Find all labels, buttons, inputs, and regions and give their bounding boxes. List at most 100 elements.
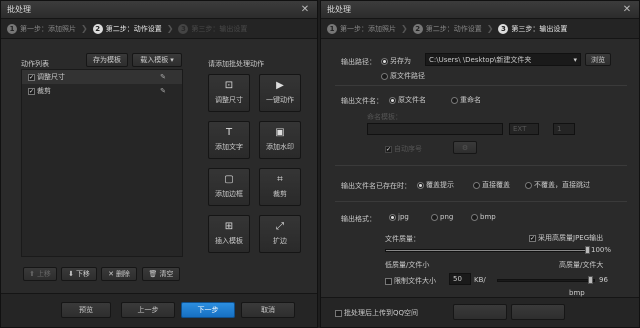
rename-radio[interactable]: 重命名 — [451, 95, 481, 105]
preview-button[interactable]: 预览 — [61, 302, 111, 318]
check-icon[interactable]: ✓ — [28, 87, 35, 95]
delete-button[interactable]: ✕ 删除 — [101, 267, 137, 281]
original-name-radio[interactable]: 原文件名 — [389, 95, 426, 105]
step-bar: 1 第一步：添加照片 ❯ 2 第二步：动作设置 ❯ 3 第三步：输出设置 — [1, 19, 317, 39]
chevron-right-icon: ❯ — [401, 24, 408, 33]
slider-handle[interactable] — [588, 276, 593, 284]
check-icon[interactable]: ✓ — [28, 73, 35, 81]
expand-icon: ⤢ — [276, 221, 284, 232]
divider — [335, 165, 627, 166]
step-2[interactable]: 2 第二步：动作设置 — [412, 23, 482, 34]
close-icon[interactable]: ✕ — [299, 4, 311, 15]
tile-insert-template[interactable]: ⊞ 插入模板 — [208, 215, 250, 253]
browse-button[interactable]: 浏览 — [585, 53, 611, 66]
format-label: 输出格式： — [341, 215, 376, 223]
serial-settings-button: ⚙ — [453, 141, 477, 154]
naming-template-label: 命名模板： — [367, 113, 402, 121]
clear-button[interactable]: 🗑 清空 — [142, 267, 180, 281]
arrow-up-icon: ⬆ — [29, 270, 35, 278]
move-up-button[interactable]: ⬆ 上移 — [23, 267, 57, 281]
load-template-dropdown[interactable]: 载入模板 ▾ — [132, 53, 182, 67]
save-template-button[interactable]: 存为模板 — [86, 53, 128, 67]
auto-serial-checkbox: ✓ 自动序号 — [385, 145, 422, 153]
title-bar: 批处理 ✕ — [321, 1, 639, 19]
save-as-radio[interactable]: 另存为 — [381, 56, 411, 66]
naming-template-input — [367, 123, 503, 135]
edit-pencil-icon[interactable]: ✎ — [160, 73, 166, 81]
next-step-button[interactable]: 下一步 — [181, 302, 235, 318]
skip-radio[interactable]: 不覆盖，直接跳过 — [525, 180, 590, 190]
resolution-unit: bmp — [569, 289, 585, 297]
file-exists-label: 输出文件名已存在时： — [341, 182, 411, 190]
step-2[interactable]: 2 第二步：动作设置 — [92, 23, 162, 34]
resize-icon: ⊡ — [224, 80, 234, 91]
format-png-radio[interactable]: png — [431, 213, 453, 221]
step-3[interactable]: 3 第三步：输出设置 — [498, 23, 567, 34]
footer-button[interactable] — [511, 304, 565, 320]
move-down-button[interactable]: ⬇ 下移 — [61, 267, 97, 281]
divider — [335, 85, 627, 86]
edit-pencil-icon[interactable]: ✎ — [160, 87, 166, 95]
format-jpg-radio[interactable]: jpg — [389, 213, 409, 221]
size-limit-input[interactable]: 50 — [449, 273, 471, 285]
tile-expand-border[interactable]: ⤢ 扩边 — [259, 215, 301, 253]
tile-add-text[interactable]: T 添加文字 — [208, 121, 250, 159]
high-quality-label: 高质量/文件大 — [559, 261, 604, 269]
close-icon[interactable]: ✕ — [621, 4, 633, 15]
window-title: 批处理 — [7, 5, 31, 14]
ext-select: EXT — [509, 123, 539, 135]
tile-crop[interactable]: ⌗ 裁剪 — [259, 168, 301, 206]
low-quality-label: 低质量/文件小 — [385, 261, 430, 269]
limit-size-checkbox[interactable]: 限制文件大小 — [385, 276, 436, 286]
title-bar: 批处理 ✕ — [1, 1, 317, 19]
format-bmp-radio[interactable]: bmp — [471, 213, 496, 221]
chevron-down-icon: ▾ — [170, 56, 174, 64]
quality-label: 文件质量： — [385, 235, 420, 243]
step-3: 3 第三步：输出设置 — [178, 23, 247, 34]
output-path-input[interactable]: C:\Users\ \Desktop\新建文件夹 ▾ — [425, 53, 581, 66]
slider-handle[interactable] — [585, 246, 590, 254]
upload-qzone-checkbox[interactable]: 批处理后上传到QQ空间 — [335, 308, 418, 318]
quality-slider[interactable] — [385, 246, 590, 254]
chevron-right-icon: ❯ — [81, 24, 88, 33]
action-list-title: 动作列表 — [21, 60, 49, 68]
frame-icon: ▢ — [224, 174, 234, 185]
hq-jpeg-checkbox[interactable]: ✓ 采用高质量JPEG输出 — [529, 233, 603, 243]
batch-window-actions: 批处理 ✕ 1 第一步：添加照片 ❯ 2 第二步：动作设置 ❯ 3 第三步：输出设置 … — [0, 0, 318, 328]
batch-window-output: 批处理 ✕ 1 第一步：添加照片 ❯ 2 第二步：动作设置 ❯ 3 第三步：输出设置 … — [320, 0, 640, 328]
original-path-radio[interactable]: 原文件路径 — [381, 71, 425, 81]
crop-icon: ⌗ — [277, 174, 283, 185]
tile-add-watermark[interactable]: ▣ 添加水印 — [259, 121, 301, 159]
window-title: 批处理 — [327, 5, 351, 14]
filename-label: 输出文件名： — [341, 97, 383, 105]
close-icon: ✕ — [108, 270, 114, 278]
size-slider[interactable] — [497, 276, 595, 284]
chevron-down-icon: ▾ — [573, 55, 577, 64]
step-1[interactable]: 1 第一步：添加照片 — [327, 23, 396, 34]
serial-start-input: 1 — [553, 123, 575, 135]
prev-step-button[interactable]: 上一步 — [121, 302, 175, 318]
trash-icon: 🗑 — [148, 270, 158, 278]
size-unit: KB/ — [474, 276, 486, 284]
action-item[interactable]: ✓ 裁剪 ✎ — [22, 84, 182, 98]
tile-resize[interactable]: ⊡ 调整尺寸 — [208, 74, 250, 112]
chevron-right-icon: ❯ — [486, 24, 494, 33]
overwrite-prompt-radio[interactable]: 覆盖提示 — [417, 180, 454, 190]
chevron-right-icon: ❯ — [166, 24, 174, 33]
quality-value: 100% — [591, 246, 612, 254]
action-list: ✓ 调整尺寸 ✎ ✓ 裁剪 ✎ — [21, 69, 183, 257]
tile-one-click-action[interactable]: ▶ 一键动作 — [259, 74, 301, 112]
step-1[interactable]: 1 第一步：添加照片 — [7, 23, 76, 34]
watermark-icon: ▣ — [275, 127, 285, 138]
quality-slider-fill — [386, 250, 588, 251]
divider — [335, 201, 627, 202]
gear-icon: ⚙ — [461, 143, 469, 152]
overwrite-direct-radio[interactable]: 直接覆盖 — [473, 180, 510, 190]
play-icon: ▶ — [276, 80, 284, 91]
action-item[interactable]: ✓ 调整尺寸 ✎ — [22, 70, 182, 84]
add-action-prompt: 请添加批处理动作 — [208, 60, 264, 68]
tile-add-frame[interactable]: ▢ 添加边框 — [208, 168, 250, 206]
arrow-down-icon: ⬇ — [68, 270, 74, 278]
cancel-button[interactable]: 取消 — [241, 302, 295, 318]
footer-button[interactable] — [453, 304, 507, 320]
